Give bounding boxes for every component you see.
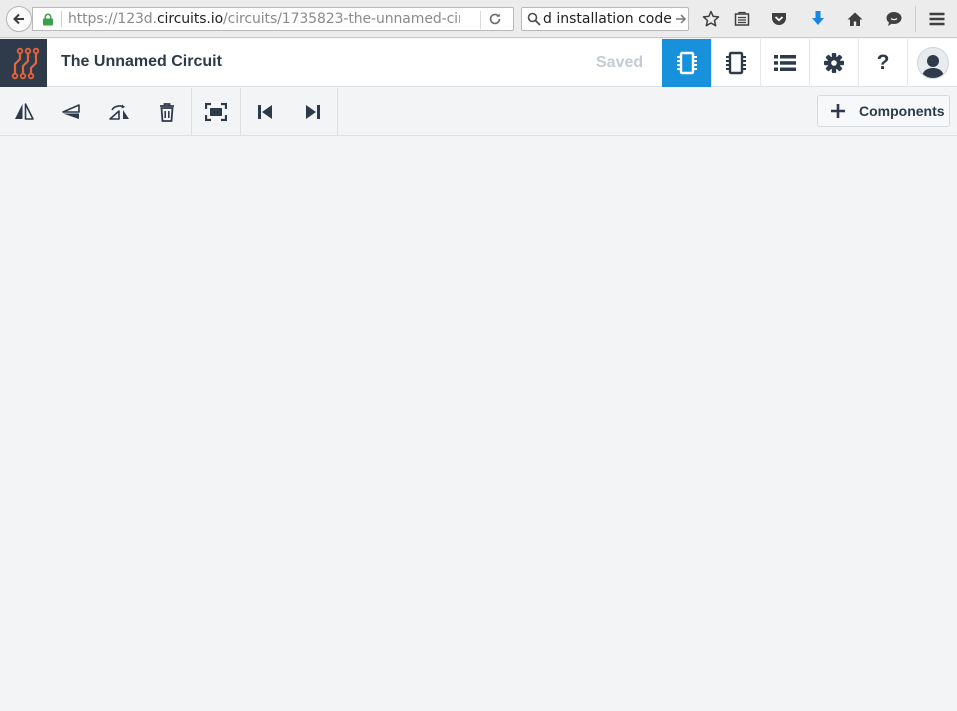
chip-icon [726, 51, 746, 75]
help-label: ? [876, 51, 890, 74]
save-status: Saved [596, 54, 644, 71]
list-icon [774, 55, 796, 71]
back-button[interactable] [6, 6, 32, 32]
step-back-icon [258, 104, 272, 119]
help-button[interactable]: ? [858, 39, 907, 87]
account-button[interactable] [907, 39, 957, 87]
step-back-button[interactable] [241, 88, 289, 135]
page-title[interactable]: The Unnamed Circuit [61, 53, 222, 71]
flip-vertical-icon [62, 103, 80, 119]
app-header: The Unnamed Circuit Saved ? [0, 39, 957, 87]
flip-horizontal-button[interactable] [0, 88, 48, 135]
search-input[interactable]: d installation code [521, 7, 689, 31]
circuit-logo-icon [11, 47, 39, 80]
menu-icon[interactable] [927, 9, 947, 29]
step-forward-button[interactable] [289, 88, 337, 135]
settings-button[interactable] [809, 39, 858, 87]
star-icon[interactable] [701, 9, 721, 29]
download-icon[interactable] [808, 9, 828, 29]
schematic-view-button[interactable] [711, 39, 760, 87]
url-bar[interactable]: https://123d.circuits.io/circuits/173582… [32, 7, 514, 31]
trash-icon [160, 102, 174, 122]
circuit-canvas[interactable] [0, 137, 957, 711]
browser-toolbar: https://123d.circuits.io/circuits/173582… [0, 0, 957, 38]
breadboard-chip-icon [676, 51, 697, 75]
breadboard-view-button[interactable] [662, 39, 711, 87]
component-list-button[interactable] [760, 39, 809, 87]
zoom-fit-button[interactable] [192, 88, 240, 135]
arrow-right-icon[interactable] [674, 12, 688, 26]
add-components-button[interactable]: Components [817, 95, 950, 127]
search-text: d installation code [543, 11, 672, 27]
lock-icon [41, 12, 55, 26]
search-icon [527, 12, 541, 26]
back-arrow-icon [13, 13, 24, 25]
delete-button[interactable] [143, 88, 191, 135]
plus-icon [831, 104, 845, 118]
home-icon[interactable] [845, 9, 865, 29]
flip-vertical-button[interactable] [47, 88, 95, 135]
reload-icon[interactable] [487, 11, 503, 27]
rotate-icon [109, 104, 129, 120]
reading-list-icon[interactable] [732, 9, 752, 29]
gear-icon [824, 53, 844, 73]
step-forward-icon [306, 104, 320, 119]
avatar [916, 47, 949, 79]
rotate-button[interactable] [95, 88, 143, 135]
pocket-icon[interactable] [769, 9, 789, 29]
zoom-fit-icon [205, 102, 227, 121]
user-icon [921, 55, 944, 78]
url-text: https://123d.circuits.io/circuits/173582… [68, 11, 460, 27]
chat-icon[interactable] [884, 9, 904, 29]
components-label: Components [859, 103, 945, 119]
editor-toolbar: Components [0, 88, 957, 136]
flip-horizontal-icon [15, 102, 34, 120]
logo[interactable] [0, 39, 47, 87]
